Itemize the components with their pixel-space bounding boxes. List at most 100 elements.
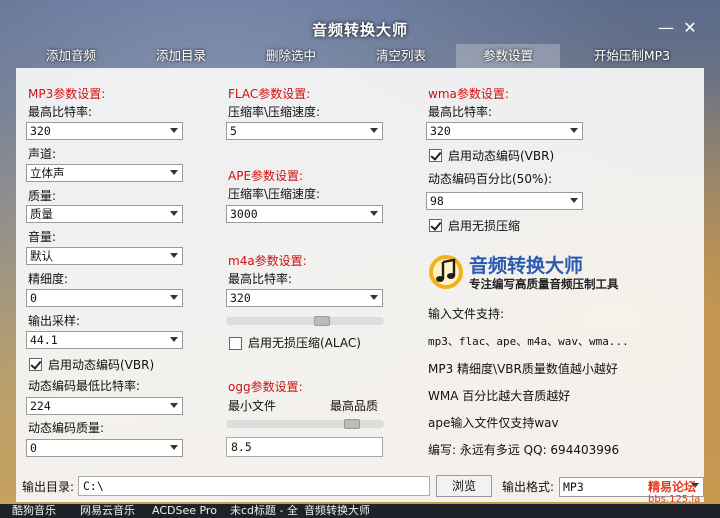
taskbar-item[interactable]: 酷狗音乐 xyxy=(12,504,56,518)
close-icon[interactable]: ✕ xyxy=(680,18,700,38)
add-folder-button[interactable]: 添加目录 xyxy=(126,44,236,68)
info-line-wma: WMA 百分比越大音质越好 xyxy=(428,389,571,403)
mp3-max-bitrate-label: 最高比特率: xyxy=(28,105,93,119)
mp3-vbr-checkbox[interactable] xyxy=(29,358,42,371)
output-format-value: MP3 xyxy=(563,480,584,494)
mp3-vbr-min-select[interactable]: 224 xyxy=(26,397,183,415)
wma-vbr-pct-value: 98 xyxy=(430,194,444,208)
wma-vbr-checkbox[interactable] xyxy=(429,149,442,162)
supported-formats: mp3、flac、ape、m4a、wav、wma... xyxy=(428,335,629,348)
mp3-max-bitrate-value: 320 xyxy=(30,124,51,138)
wma-max-bitrate-value: 320 xyxy=(430,124,451,138)
taskbar-item[interactable]: 未cd标题 - 全 xyxy=(230,504,298,518)
wma-vbr-pct-select[interactable]: 98 xyxy=(426,192,583,210)
chevron-down-icon xyxy=(170,128,178,133)
ape-rate-select[interactable]: 3000 xyxy=(226,205,383,223)
browse-button[interactable]: 浏览 xyxy=(436,475,492,497)
m4a-slider-thumb[interactable] xyxy=(314,316,330,326)
mp3-channel-select[interactable]: 立体声 xyxy=(26,164,183,182)
taskbar-item[interactable]: 音频转换大师 xyxy=(304,504,370,518)
chevron-down-icon xyxy=(370,211,378,216)
chevron-down-icon xyxy=(570,128,578,133)
info-line-mp3: MP3 精细度\VBR质量数值越小越好 xyxy=(428,362,618,376)
chevron-down-icon xyxy=(170,253,178,258)
wma-vbr-label: 启用动态编码(VBR) xyxy=(448,149,555,163)
m4a-lossless-checkbox[interactable] xyxy=(229,337,242,350)
wma-max-bitrate-label: 最高比特率: xyxy=(428,105,493,119)
chevron-down-icon xyxy=(170,295,178,300)
chevron-down-icon xyxy=(170,337,178,342)
mp3-vbr-quality-select[interactable]: 0 xyxy=(26,439,183,457)
m4a-lossless-label: 启用无损压缩(ALAC) xyxy=(248,336,361,350)
wma-lossless-checkbox[interactable] xyxy=(429,219,442,232)
mp3-volume-select[interactable]: 默认 xyxy=(26,247,183,265)
m4a-max-bitrate-value: 320 xyxy=(230,291,251,305)
brand-subtitle: 专注编写高质量音频压制工具 xyxy=(469,277,619,291)
mp3-vbr-label: 启用动态编码(VBR) xyxy=(48,358,155,372)
m4a-slider-track[interactable] xyxy=(226,317,384,325)
start-button[interactable]: 开始压制MP3 xyxy=(560,44,704,68)
chevron-down-icon xyxy=(170,403,178,408)
ogg-slider-track[interactable] xyxy=(226,420,384,428)
taskbar-item[interactable]: ACDSee Pro xyxy=(152,504,217,518)
mp3-vbr-quality-label: 动态编码质量: xyxy=(28,421,105,435)
mp3-precision-value: 0 xyxy=(30,291,37,305)
ogg-value-input[interactable]: 8.5 xyxy=(226,437,383,457)
ape-rate-value: 3000 xyxy=(230,207,258,221)
title-bar: 音频转换大师 — ✕ xyxy=(0,0,720,44)
ogg-slider-thumb[interactable] xyxy=(344,419,360,429)
mp3-channel-label: 声道: xyxy=(28,147,57,161)
mp3-quality-value: 质量 xyxy=(30,207,53,221)
add-audio-button[interactable]: 添加音频 xyxy=(16,44,126,68)
toolbar: 添加音频 添加目录 删除选中 清空列表 参数设置 开始压制MP3 xyxy=(0,44,720,68)
author-info: 编写: 永远有多远 QQ: 694403996 xyxy=(428,443,620,457)
mp3-sample-value: 44.1 xyxy=(30,333,58,347)
chevron-down-icon xyxy=(370,128,378,133)
chevron-down-icon xyxy=(170,211,178,216)
delete-selected-button[interactable]: 删除选中 xyxy=(236,44,346,68)
mp3-sample-label: 输出采样: xyxy=(28,314,81,328)
input-support-title: 输入文件支持: xyxy=(428,307,505,321)
mp3-vbr-min-value: 224 xyxy=(30,399,51,413)
clear-list-button[interactable]: 清空列表 xyxy=(346,44,456,68)
output-dir-input[interactable]: C:\ xyxy=(78,476,430,496)
chevron-down-icon xyxy=(170,445,178,450)
window-title: 音频转换大师 xyxy=(311,21,408,39)
chevron-down-icon xyxy=(170,170,178,175)
mp3-vbr-min-label: 动态编码最低比特率: xyxy=(28,379,141,393)
mp3-channel-value: 立体声 xyxy=(30,166,65,180)
mp3-precision-label: 精细度: xyxy=(28,272,69,286)
wma-max-bitrate-select[interactable]: 320 xyxy=(426,122,583,140)
chevron-down-icon xyxy=(570,198,578,203)
wma-vbr-pct-label: 动态编码百分比(50%): xyxy=(428,172,553,186)
info-line-ape: ape输入文件仅支持wav xyxy=(428,416,559,430)
ape-header: APE参数设置: xyxy=(228,169,304,183)
flac-rate-select[interactable]: 5 xyxy=(226,122,383,140)
mp3-sample-select[interactable]: 44.1 xyxy=(26,331,183,349)
watermark-name: 精易论坛 xyxy=(648,480,697,494)
wma-header: wma参数设置: xyxy=(428,87,509,101)
flac-header: FLAC参数设置: xyxy=(228,87,311,101)
mp3-precision-select[interactable]: 0 xyxy=(26,289,183,307)
output-format-label: 输出格式: xyxy=(502,480,555,494)
mp3-vbr-quality-value: 0 xyxy=(30,441,37,455)
ogg-header: ogg参数设置: xyxy=(228,380,303,394)
mp3-max-bitrate-select[interactable]: 320 xyxy=(26,122,183,140)
ogg-max-label: 最高品质 xyxy=(330,399,379,413)
minimize-icon[interactable]: — xyxy=(656,18,676,38)
mp3-volume-value: 默认 xyxy=(30,249,53,263)
m4a-max-bitrate-select[interactable]: 320 xyxy=(226,289,383,307)
ogg-min-label: 最小文件 xyxy=(228,399,277,413)
tab-settings[interactable]: 参数设置 xyxy=(456,44,560,68)
m4a-max-bitrate-label: 最高比特率: xyxy=(228,272,293,286)
mp3-volume-label: 音量: xyxy=(28,230,57,244)
output-dir-label: 输出目录: xyxy=(22,480,75,494)
mp3-quality-select[interactable]: 质量 xyxy=(26,205,183,223)
flac-rate-value: 5 xyxy=(230,124,237,138)
ape-rate-label: 压缩率\压缩速度: xyxy=(228,187,321,201)
chevron-down-icon xyxy=(370,295,378,300)
mp3-header: MP3参数设置: xyxy=(28,87,106,101)
wma-lossless-label: 启用无损压缩 xyxy=(448,219,521,233)
taskbar-item[interactable]: 网易云音乐 xyxy=(80,504,135,518)
flac-rate-label: 压缩率\压缩速度: xyxy=(228,105,321,119)
